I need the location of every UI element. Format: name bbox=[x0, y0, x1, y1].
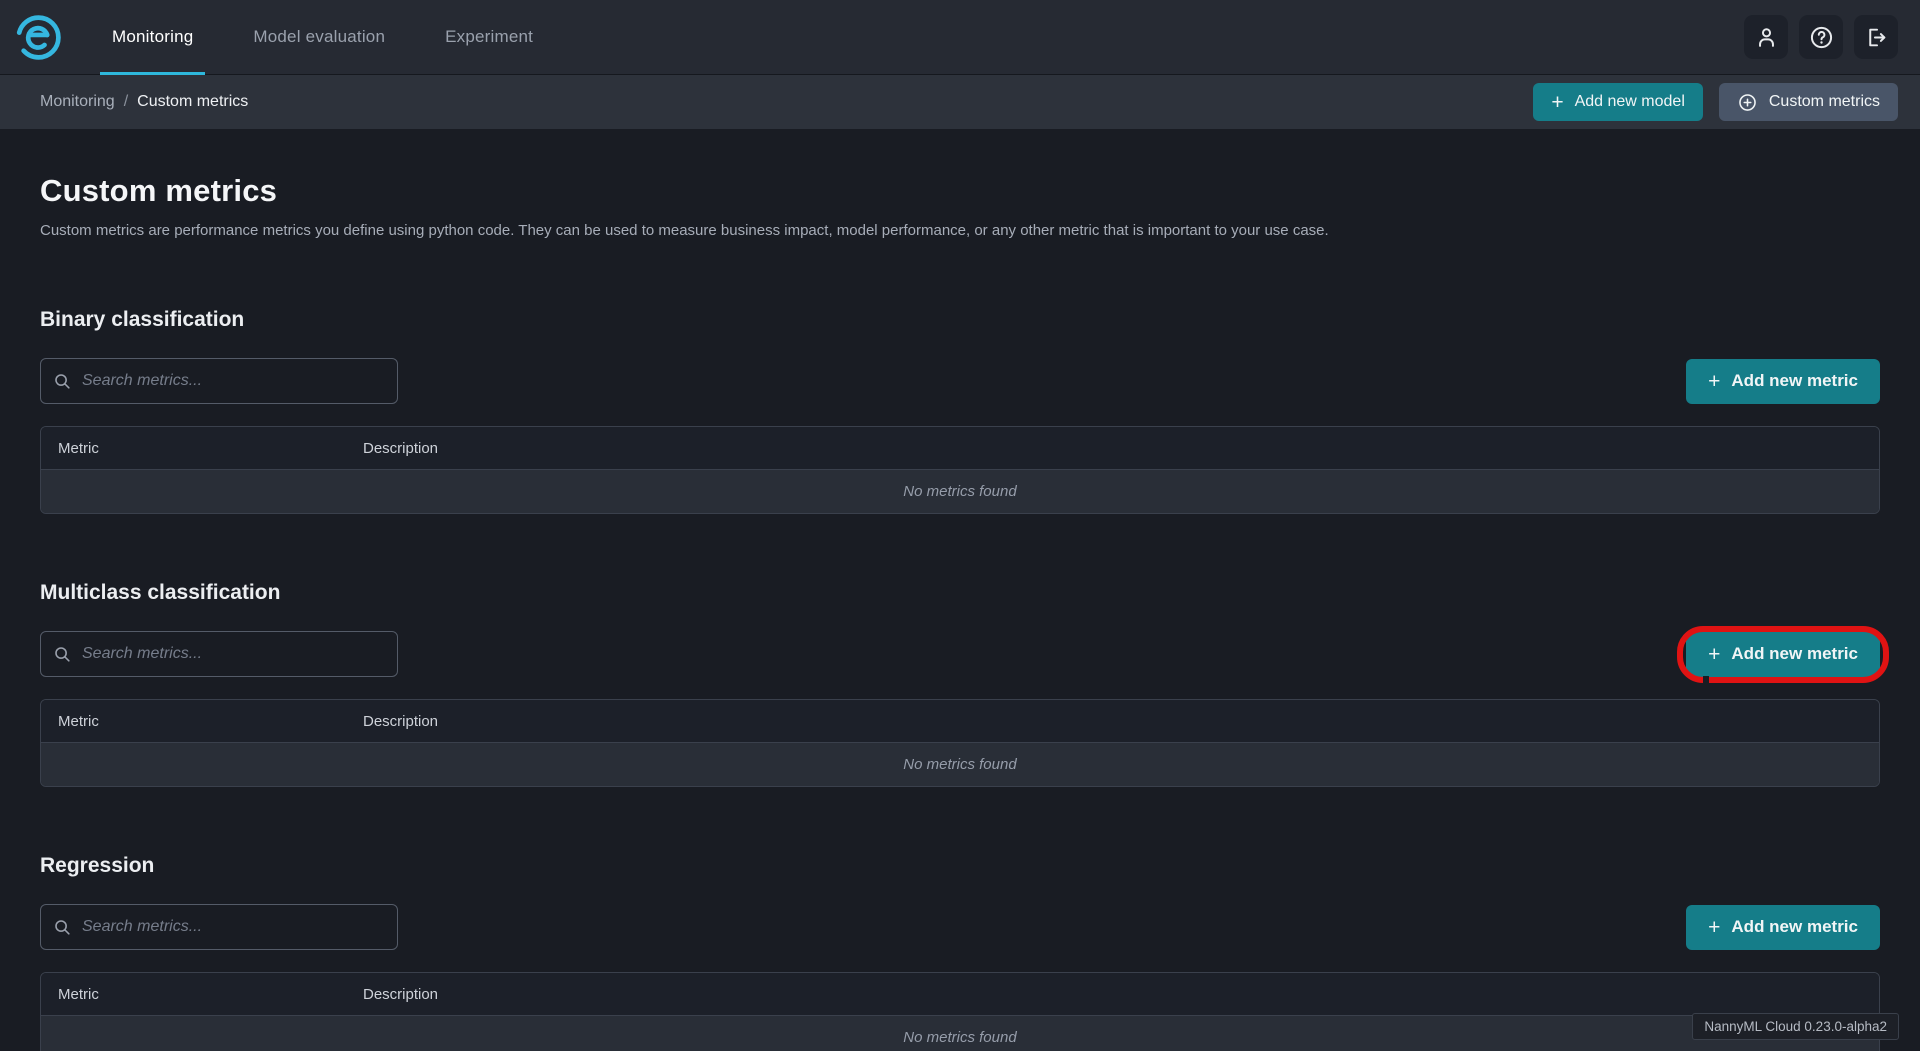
section-multiclass-classification: Multiclass classification + Add new metr… bbox=[40, 581, 1880, 787]
search-metrics-input[interactable] bbox=[82, 372, 385, 390]
help-button[interactable] bbox=[1799, 15, 1843, 59]
breadcrumb-bar: Monitoring / Custom metrics + Add new mo… bbox=[0, 75, 1920, 129]
table-header-row: Metric Description bbox=[41, 427, 1879, 470]
tab-monitoring[interactable]: Monitoring bbox=[100, 0, 205, 74]
section-title: Binary classification bbox=[40, 308, 1880, 332]
search-metrics-input[interactable] bbox=[82, 918, 385, 936]
user-account-button[interactable] bbox=[1744, 15, 1788, 59]
logo-container[interactable] bbox=[0, 0, 100, 74]
add-new-metric-label: Add new metric bbox=[1731, 371, 1858, 391]
table-header-row: Metric Description bbox=[41, 700, 1879, 743]
header-actions: + Add new model Custom metrics bbox=[1533, 83, 1898, 121]
user-icon bbox=[1754, 25, 1779, 50]
plus-icon: + bbox=[1708, 371, 1720, 392]
add-new-metric-label: Add new metric bbox=[1731, 917, 1858, 937]
section-binary-classification: Binary classification + Add new metric M… bbox=[40, 308, 1880, 514]
column-header-description: Description bbox=[363, 713, 1879, 730]
help-icon bbox=[1809, 25, 1834, 50]
tab-monitoring-label: Monitoring bbox=[112, 27, 193, 47]
logout-icon bbox=[1864, 25, 1889, 50]
add-new-model-button[interactable]: + Add new model bbox=[1533, 83, 1703, 121]
add-new-metric-button-multiclass[interactable]: + Add new metric bbox=[1686, 632, 1880, 677]
add-new-metric-button-regression[interactable]: + Add new metric bbox=[1686, 905, 1880, 950]
empty-state-row: No metrics found bbox=[41, 743, 1879, 786]
table-header-row: Metric Description bbox=[41, 973, 1879, 1016]
nannyml-logo bbox=[14, 13, 63, 62]
search-box bbox=[40, 904, 398, 950]
top-navbar: Monitoring Model evaluation Experiment bbox=[0, 0, 1920, 75]
metrics-table-multiclass: Metric Description No metrics found bbox=[40, 699, 1880, 787]
add-metric-button-holder: + Add new metric bbox=[1686, 905, 1880, 950]
search-metrics-input[interactable] bbox=[82, 645, 385, 663]
custom-metrics-label: Custom metrics bbox=[1769, 93, 1880, 111]
add-new-model-label: Add new model bbox=[1575, 93, 1685, 111]
circled-plus-icon bbox=[1737, 92, 1758, 113]
page-description: Custom metrics are performance metrics y… bbox=[40, 222, 1880, 239]
empty-state-row: No metrics found bbox=[41, 1016, 1879, 1051]
navbar-spacer bbox=[581, 0, 1744, 74]
search-box bbox=[40, 631, 398, 677]
breadcrumb-current-page: Custom metrics bbox=[137, 93, 248, 111]
search-icon bbox=[53, 645, 72, 664]
column-header-description: Description bbox=[363, 986, 1879, 1003]
plus-icon: + bbox=[1708, 644, 1720, 665]
tab-experiment-label: Experiment bbox=[445, 27, 533, 47]
search-icon bbox=[53, 918, 72, 937]
tab-model-evaluation[interactable]: Model evaluation bbox=[241, 0, 397, 74]
section-title: Multiclass classification bbox=[40, 581, 1880, 605]
add-metric-button-holder: + Add new metric bbox=[1686, 632, 1880, 677]
red-highlight-notch bbox=[1703, 676, 1709, 683]
empty-state-row: No metrics found bbox=[41, 470, 1879, 513]
plus-icon: + bbox=[1708, 917, 1720, 938]
page-title: Custom metrics bbox=[40, 173, 1880, 209]
version-badge: NannyML Cloud 0.23.0-alpha2 bbox=[1692, 1013, 1899, 1040]
tab-experiment[interactable]: Experiment bbox=[433, 0, 545, 74]
navbar-icon-group bbox=[1744, 0, 1920, 74]
section-regression: Regression + Add new metric Metric Descr… bbox=[40, 854, 1880, 1051]
search-icon bbox=[53, 372, 72, 391]
column-header-metric: Metric bbox=[41, 440, 363, 457]
section-controls: + Add new metric bbox=[40, 904, 1880, 950]
column-header-metric: Metric bbox=[41, 713, 363, 730]
logout-button[interactable] bbox=[1854, 15, 1898, 59]
breadcrumb-monitoring-link[interactable]: Monitoring bbox=[40, 93, 115, 111]
section-title: Regression bbox=[40, 854, 1880, 878]
search-box bbox=[40, 358, 398, 404]
add-new-metric-label: Add new metric bbox=[1731, 644, 1858, 664]
main-content: Custom metrics Custom metrics are perfor… bbox=[0, 129, 1920, 1051]
add-new-metric-button-binary[interactable]: + Add new metric bbox=[1686, 359, 1880, 404]
metrics-table-binary: Metric Description No metrics found bbox=[40, 426, 1880, 514]
column-header-description: Description bbox=[363, 440, 1879, 457]
column-header-metric: Metric bbox=[41, 986, 363, 1003]
tab-model-evaluation-label: Model evaluation bbox=[253, 27, 385, 47]
breadcrumb-separator: / bbox=[124, 93, 128, 111]
add-metric-button-holder: + Add new metric bbox=[1686, 359, 1880, 404]
section-controls: + Add new metric bbox=[40, 358, 1880, 404]
section-controls: + Add new metric bbox=[40, 631, 1880, 677]
metrics-table-regression: Metric Description No metrics found bbox=[40, 972, 1880, 1051]
breadcrumb: Monitoring / Custom metrics bbox=[40, 93, 248, 111]
plus-icon: + bbox=[1551, 92, 1563, 113]
main-tabs: Monitoring Model evaluation Experiment bbox=[100, 0, 581, 74]
custom-metrics-button[interactable]: Custom metrics bbox=[1719, 83, 1898, 121]
